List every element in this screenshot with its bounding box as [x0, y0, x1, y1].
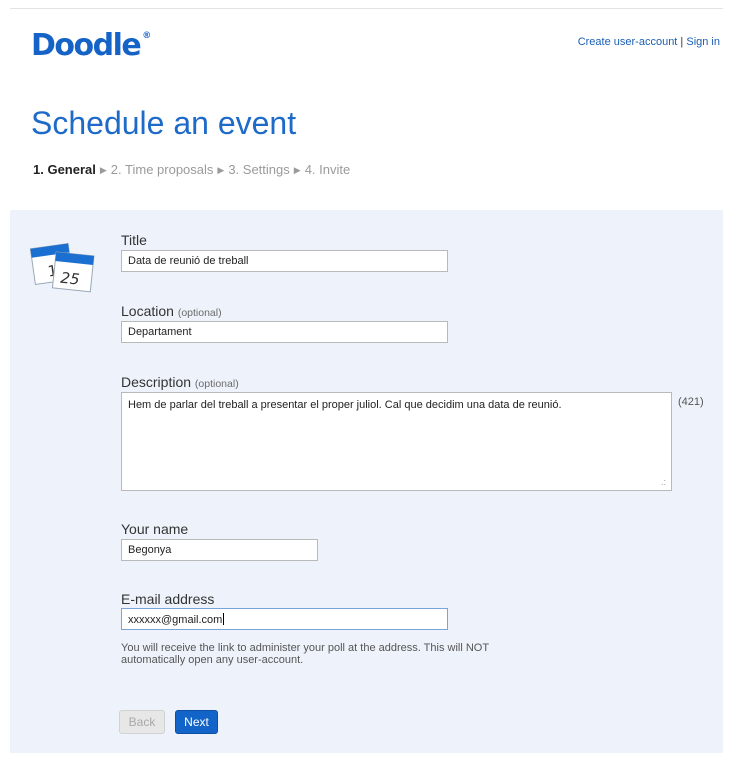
create-account-link[interactable]: Create user-account [578, 36, 678, 48]
character-count: (421) [678, 396, 704, 408]
step-time-proposals: 2. Time proposals [110, 162, 214, 177]
optional-hint: (optional) [177, 307, 222, 319]
separator: | [677, 36, 687, 48]
your-name-input[interactable]: Begonya [121, 539, 318, 561]
email-label: E-mail address [121, 591, 215, 607]
email-input[interactable]: xxxxxx@gmail.com [121, 608, 448, 630]
step-general: 1. General [33, 162, 96, 177]
doodle-logo[interactable]: Doodle ® [31, 28, 151, 63]
title-input[interactable]: Data de reunió de treball [121, 250, 448, 272]
your-name-label: Your name [121, 521, 189, 537]
text-caret [223, 613, 225, 625]
description-textarea[interactable]: Hem de parlar del treball a presentar el… [121, 392, 672, 491]
top-divider [10, 8, 723, 9]
email-help-text: You will receive the link to administer … [121, 642, 489, 666]
step-settings: 3. Settings [228, 162, 290, 177]
location-label: Location (optional) [121, 303, 222, 319]
step-arrow-icon: ▶ [293, 165, 301, 175]
description-label: Description (optional) [121, 374, 239, 390]
optional-hint: (optional) [194, 378, 239, 390]
account-links: Create user-account | Sign in [578, 36, 720, 48]
step-arrow-icon: ▶ [217, 165, 225, 175]
calendar-day-25: 25 [60, 269, 81, 289]
calendar-icon: 1 25 [30, 242, 95, 293]
back-button[interactable]: Back [119, 710, 165, 734]
step-invite: 4. Invite [304, 162, 351, 177]
resize-grip-icon[interactable]: .: [661, 477, 666, 487]
sign-in-link[interactable]: Sign in [686, 36, 720, 48]
form-panel: 1 25 Title Data de reunió de treball Loc… [10, 210, 723, 753]
next-button[interactable]: Next [175, 710, 218, 734]
description-text: Hem de parlar del treball a presentar el… [128, 399, 562, 411]
step-arrow-icon: ▶ [99, 165, 107, 175]
page-title: Schedule an event [31, 105, 297, 141]
location-input[interactable]: Departament [121, 321, 448, 343]
wizard-steps: 1. General ▶ 2. Time proposals ▶ 3. Settings… [33, 162, 350, 177]
title-label: Title [121, 232, 147, 248]
